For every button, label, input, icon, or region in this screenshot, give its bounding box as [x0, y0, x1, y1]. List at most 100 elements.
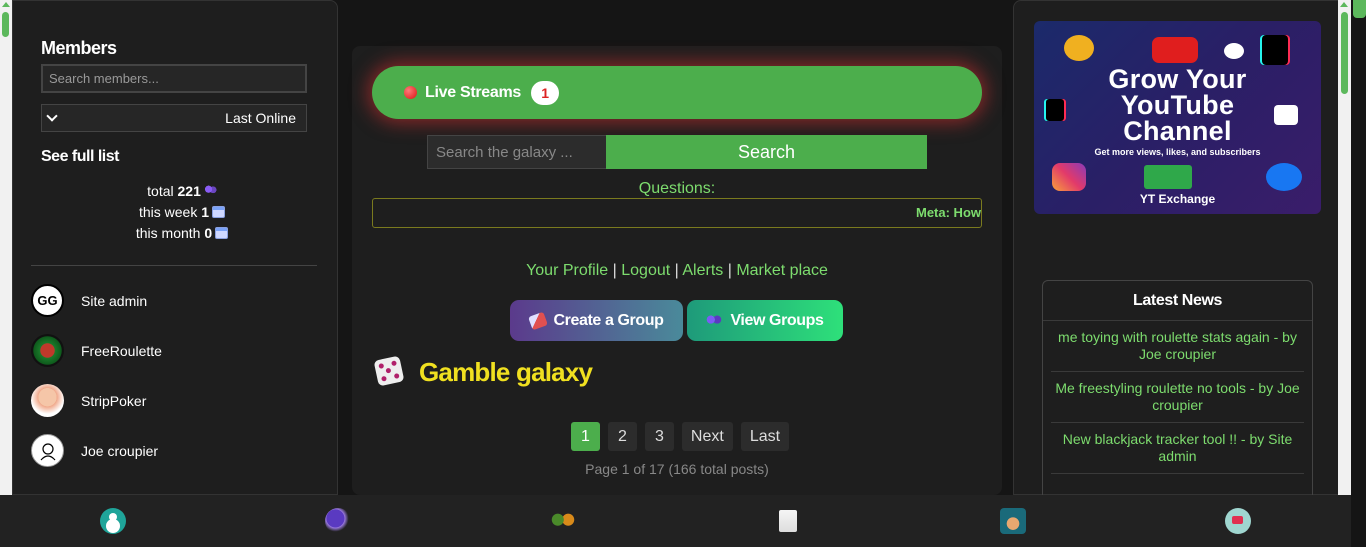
- members-title: Members: [41, 38, 117, 58]
- live-streams-label: Live Streams: [425, 83, 522, 101]
- dice-icon: [373, 355, 405, 387]
- nav-posts[interactable]: [676, 495, 901, 547]
- profile-icon[interactable]: [99, 508, 126, 534]
- people-icon: [706, 313, 723, 328]
- questions-label: Questions:: [638, 180, 716, 197]
- deals-icon[interactable]: [1000, 508, 1027, 534]
- ticker-text[interactable]: Meta: How: [916, 205, 981, 220]
- page-3-button[interactable]: 3: [644, 422, 674, 451]
- coin-icon: [1064, 35, 1094, 61]
- stat-total-value: 221: [177, 183, 201, 199]
- galaxy-search-input[interactable]: [427, 135, 607, 169]
- heart-icon: [1224, 43, 1244, 59]
- avatar: [31, 384, 64, 417]
- nav-members[interactable]: [450, 495, 675, 547]
- chevron-down-icon: [46, 110, 58, 122]
- view-groups-label: View Groups: [730, 311, 824, 329]
- facebook-icon: [1266, 163, 1302, 191]
- left-scrollbar-thumb[interactable]: [2, 12, 9, 37]
- scroll-up-arrow-icon[interactable]: [2, 2, 10, 7]
- live-streams-button[interactable]: Live Streams 1: [372, 66, 982, 119]
- page-1-button[interactable]: 1: [570, 422, 600, 451]
- ad-headline-line: Channel: [1123, 116, 1232, 146]
- nav-search[interactable]: [225, 495, 450, 547]
- members-icon[interactable]: [549, 508, 576, 534]
- stat-week-value: 1: [201, 204, 210, 220]
- page-scrollbar-thumb[interactable]: [1341, 12, 1348, 94]
- next-page-button[interactable]: Next: [681, 422, 733, 451]
- money-icon: [1144, 165, 1192, 189]
- user-links: Your Profile | Logout | Alerts | Market …: [352, 262, 1002, 280]
- posts-icon[interactable]: [779, 510, 798, 532]
- link-separator: |: [612, 262, 617, 279]
- group-title: Gamble galaxy: [419, 357, 593, 387]
- scroll-up-arrow-icon[interactable]: [1340, 2, 1348, 7]
- right-sidebar: Grow Your YouTube Channel Get more views, …: [1013, 0, 1339, 496]
- member-item[interactable]: GG Site admin: [31, 284, 147, 317]
- see-full-list-link[interactable]: See full list: [41, 148, 119, 166]
- profile-link[interactable]: Your Profile: [526, 262, 608, 279]
- view-groups-button[interactable]: View Groups: [687, 300, 843, 341]
- live-streams-count-badge: 1: [531, 80, 560, 105]
- link-separator: |: [727, 262, 732, 279]
- page-2-button[interactable]: 2: [607, 422, 637, 451]
- left-scrollbar[interactable]: [0, 0, 12, 495]
- rocket-icon: [527, 311, 548, 330]
- last-page-button[interactable]: Last: [740, 422, 790, 451]
- member-sort-value: Last Online: [225, 110, 296, 126]
- stat-month-value: 0: [204, 225, 213, 241]
- create-group-label: Create a Group: [553, 311, 664, 329]
- tiktok-icon: [1262, 35, 1288, 65]
- calendar-icon: [215, 227, 229, 239]
- calendar-icon: [212, 206, 226, 218]
- corner-tab[interactable]: [1353, 0, 1366, 18]
- ad-headline: Grow Your YouTube Channel: [1034, 66, 1321, 146]
- main-panel: Live Streams 1 Search Questions: Meta: H…: [352, 46, 1002, 495]
- youtube-icon: [1152, 37, 1198, 63]
- news-item[interactable]: Me freestyling roulette no tools - by Jo…: [1051, 372, 1304, 423]
- member-item[interactable]: Joe croupier: [31, 434, 158, 467]
- questions-ticker[interactable]: Meta: How: [372, 198, 982, 228]
- pagination: 1 2 3 Next Last: [352, 422, 1002, 451]
- latest-news: Latest News me toying with roulette stat…: [1042, 280, 1313, 496]
- news-item[interactable]: New blackjack tracker tool !! - by Site …: [1051, 423, 1304, 474]
- news-item[interactable]: me toying with roulette stats again - by…: [1051, 321, 1304, 372]
- ad-brand: YT Exchange: [1139, 192, 1216, 206]
- bottom-nav: [0, 495, 1351, 547]
- avatar: [31, 334, 64, 367]
- nav-deals[interactable]: [901, 495, 1126, 547]
- member-sort-select[interactable]: Last Online: [41, 104, 307, 132]
- cart-icon[interactable]: [1225, 508, 1252, 534]
- stat-month-label: this month: [135, 225, 201, 241]
- link-separator: |: [674, 262, 679, 279]
- search-button[interactable]: Search: [606, 135, 927, 169]
- member-item[interactable]: FreeRoulette: [31, 334, 162, 367]
- avatar: [31, 434, 64, 467]
- ad-banner[interactable]: Grow Your YouTube Channel Get more views, …: [1034, 21, 1321, 214]
- people-icon: [203, 185, 217, 197]
- page-info: Page 1 of 17 (166 total posts): [585, 461, 769, 477]
- member-search-input[interactable]: [41, 64, 307, 93]
- member-name: StripPoker: [81, 392, 147, 409]
- page-scrollbar[interactable]: [1338, 0, 1351, 495]
- latest-news-title: Latest News: [1043, 281, 1312, 321]
- live-dot-icon: [404, 86, 417, 99]
- logout-link[interactable]: Logout: [621, 262, 670, 279]
- avatar: GG: [31, 284, 64, 317]
- member-item[interactable]: StripPoker: [31, 384, 146, 417]
- alerts-link[interactable]: Alerts: [682, 262, 723, 279]
- member-name: FreeRoulette: [81, 342, 162, 359]
- instagram-icon: [1052, 163, 1086, 191]
- divider: [31, 265, 317, 266]
- nav-cart[interactable]: [1126, 495, 1351, 547]
- croupier-icon: [40, 442, 55, 460]
- avatar-initials: GG: [37, 293, 58, 308]
- market-place-link[interactable]: Market place: [736, 262, 828, 279]
- search-icon[interactable]: [324, 508, 351, 534]
- create-group-button[interactable]: Create a Group: [510, 300, 683, 341]
- nav-profile[interactable]: [0, 495, 225, 547]
- member-stats: total 221 this week 1 this month 0: [41, 181, 323, 244]
- ad-subtext: Get more views, likes, and subscribers: [1094, 147, 1261, 157]
- member-name: Joe croupier: [81, 442, 159, 459]
- ad-headline-line: YouTube: [1120, 90, 1235, 120]
